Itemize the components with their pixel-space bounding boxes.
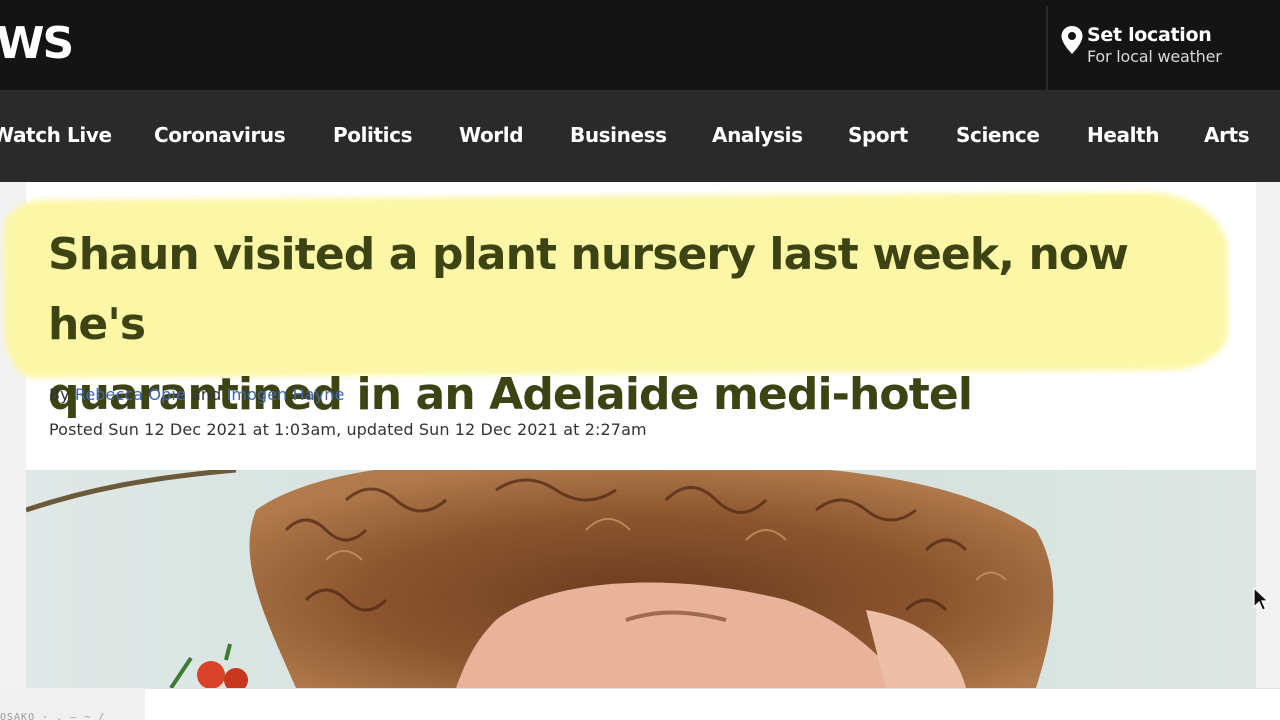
bottom-fragment-text: OSAKO · . – ∼ / bbox=[0, 712, 106, 720]
hero-image bbox=[26, 470, 1256, 688]
bottom-strip-panel bbox=[145, 688, 1280, 720]
nav-item-science[interactable]: Science bbox=[956, 123, 1040, 147]
nav-item-health[interactable]: Health bbox=[1087, 123, 1159, 147]
byline-conjunction: and bbox=[191, 385, 222, 404]
location-title: Set location bbox=[1087, 24, 1212, 46]
set-location-button[interactable]: Set location For local weather bbox=[1060, 22, 1260, 70]
publish-dates: Posted Sun 12 Dec 2021 at 1:03am, update… bbox=[49, 420, 647, 439]
hero-photo-illustration bbox=[26, 470, 1256, 688]
bottom-strip: OSAKO · . – ∼ / bbox=[0, 688, 1280, 720]
site-header: WS Set location For local weather bbox=[0, 0, 1280, 90]
mouse-cursor-icon bbox=[1253, 587, 1269, 611]
nav-item-politics[interactable]: Politics bbox=[333, 123, 412, 147]
main-nav: Watch Live Coronavirus Politics World Bu… bbox=[0, 90, 1280, 182]
header-divider bbox=[1046, 6, 1048, 90]
nav-item-coronavirus[interactable]: Coronavirus bbox=[154, 123, 286, 147]
site-logo[interactable]: WS bbox=[0, 18, 74, 70]
headline-line-1: Shaun visited a plant nursery last week,… bbox=[48, 229, 1129, 350]
byline-prefix: By bbox=[49, 385, 70, 404]
article-card: Shaun visited a plant nursery last week,… bbox=[3, 182, 1256, 688]
nav-item-sport[interactable]: Sport bbox=[848, 123, 908, 147]
location-pin-icon bbox=[1061, 26, 1083, 54]
nav-item-analysis[interactable]: Analysis bbox=[712, 123, 803, 147]
byline: By Rebecca Opie and Imogen Hayne bbox=[49, 385, 344, 404]
author-link-imogen-hayne[interactable]: Imogen Hayne bbox=[227, 385, 345, 404]
author-link-rebecca-opie[interactable]: Rebecca Opie bbox=[75, 385, 186, 404]
nav-item-world[interactable]: World bbox=[459, 123, 524, 147]
nav-item-watch-live[interactable]: Watch Live bbox=[0, 123, 112, 147]
location-subtitle: For local weather bbox=[1087, 47, 1222, 66]
nav-item-arts[interactable]: Arts bbox=[1204, 123, 1250, 147]
nav-item-business[interactable]: Business bbox=[570, 123, 667, 147]
